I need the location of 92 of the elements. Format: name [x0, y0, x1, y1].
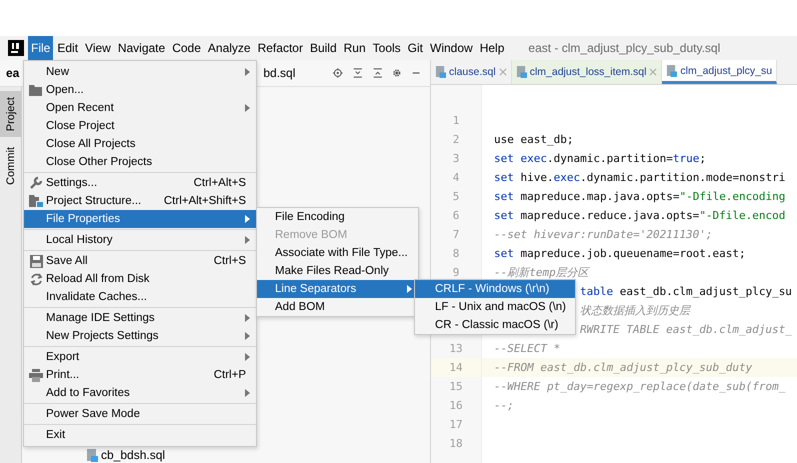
sql-file-icon	[435, 66, 446, 78]
code-line: set mapreduce.job.queuename=root.east;	[494, 247, 746, 260]
menu-item[interactable]: Project Structure... Ctrl+Alt+Shift+S	[24, 192, 256, 210]
menu-item[interactable]: CRLF - Windows (\r\n)	[415, 280, 575, 298]
menu-item[interactable]: Close Other Projects	[24, 153, 256, 171]
menu-item[interactable]: New Projects Settings	[24, 327, 256, 345]
line-number: 17	[449, 418, 463, 431]
menu-item[interactable]: Add BOM	[257, 298, 418, 316]
menu-item[interactable]: Export	[24, 348, 256, 366]
window-title: east - clm_adjust_plcy_sub_duty.sql	[528, 41, 720, 55]
menu-item[interactable]: Exit	[24, 426, 256, 444]
menu-item[interactable]: Open...	[24, 81, 256, 99]
code-line: --set hivevar:runDate='20211130';	[494, 228, 713, 241]
project-name: ea	[6, 66, 20, 80]
line-number: 14	[449, 361, 463, 374]
printer-icon	[29, 368, 43, 382]
sql-file-icon	[666, 64, 678, 76]
code-line: 状态数据插入到历史层	[580, 304, 690, 317]
line-number: 13	[449, 342, 463, 355]
folder-grid-icon	[29, 195, 43, 207]
sql-file-icon	[516, 66, 527, 78]
expand-all-icon[interactable]	[372, 66, 382, 80]
menu-item[interactable]: Save All Ctrl+S	[24, 252, 256, 270]
folder-icon	[29, 84, 43, 96]
file-name: bd.sql	[263, 66, 296, 80]
menu-item[interactable]: Code	[169, 36, 204, 60]
code-line: --刷新temp层分区	[494, 266, 589, 279]
menu-item[interactable]: Edit	[54, 36, 82, 60]
menu-item[interactable]: Navigate	[114, 36, 168, 60]
sql-file-icon	[86, 448, 98, 462]
reload-icon	[30, 272, 42, 286]
menu-item[interactable]: Invalidate Caches...	[24, 288, 256, 306]
menu-item[interactable]: Print... Ctrl+P	[24, 366, 256, 384]
menu-item[interactable]: Settings... Ctrl+Alt+S	[24, 174, 256, 192]
side-tab[interactable]: Commit	[0, 141, 21, 192]
menu-item[interactable]: Analyze	[204, 36, 254, 60]
locate-icon[interactable]	[333, 66, 343, 80]
menu-item[interactable]: Power Save Mode	[24, 405, 256, 423]
code-line: --FROM east_db.clm_adjust_plcy_sub_duty	[494, 361, 752, 374]
line-number: 16	[449, 399, 463, 412]
menu-item[interactable]: Close Project	[24, 117, 256, 135]
line-number: 8	[452, 247, 460, 260]
save-icon	[30, 254, 42, 268]
menu-item[interactable]: File Properties	[24, 210, 256, 228]
tree-item[interactable]: cb_bdsh.sql	[86, 447, 430, 463]
line-number: 9	[452, 266, 460, 279]
code-line: set hive.exec.dynamic.partition.mode=nonstri	[494, 171, 786, 184]
menu-item[interactable]: Help	[476, 36, 508, 60]
code-line: --;	[494, 399, 514, 412]
menu-item[interactable]: Tools	[370, 36, 404, 60]
code-line: set exec.dynamic.partition=true;	[494, 152, 706, 165]
menu-item[interactable]: Run	[340, 36, 369, 60]
menu-item[interactable]: Open Recent	[24, 99, 256, 117]
code-line: use east_db;	[494, 133, 574, 146]
menu-item[interactable]: Reload All from Disk	[24, 270, 256, 288]
menu-item[interactable]: File	[28, 36, 54, 60]
line-number: 1	[452, 114, 460, 127]
code-line: --SELECT *	[494, 342, 560, 355]
line-number: 15	[449, 380, 463, 393]
collapse-all-icon[interactable]	[352, 66, 363, 80]
editor-tab[interactable]: clm_adjust_plcy_su	[662, 60, 778, 84]
side-tab[interactable]: Project	[0, 91, 21, 138]
menu-item[interactable]: LF - Unix and macOS (\n)	[415, 298, 575, 316]
menu-item[interactable]: Manage IDE Settings	[24, 309, 256, 327]
wrench-icon	[29, 176, 43, 190]
menu-item[interactable]: Local History	[24, 231, 256, 249]
code-line: table east_db.clm_adjust_plcy_su	[580, 285, 792, 298]
code-line: set mapreduce.map.java.opts="-Dfile.encoding	[494, 190, 786, 203]
menu-item[interactable]: Close All Projects	[24, 135, 256, 153]
menu-item[interactable]: Window	[427, 36, 476, 60]
menu-item[interactable]: Build	[306, 36, 340, 60]
code-line: --WHERE pt_day=regexp_replace(date_sub(from_	[494, 380, 786, 393]
app-logo-icon	[8, 40, 24, 56]
code-line: set mapreduce.reduce.java.opts="-Dfile.encod	[494, 209, 786, 222]
menu-item[interactable]: CR - Classic macOS (\r)	[415, 316, 575, 334]
line-number: 3	[452, 152, 460, 165]
code-line: RWRITE TABLE east_db.clm_adjust_	[580, 323, 792, 336]
menu-item[interactable]: Associate with File Type...	[257, 244, 418, 262]
line-number: 18	[449, 437, 463, 450]
menu-item[interactable]: Git	[404, 36, 426, 60]
line-number: 7	[452, 228, 460, 241]
line-number: 6	[452, 209, 460, 222]
menu-item[interactable]: Make Files Read-Only	[257, 262, 418, 280]
menu-item[interactable]: Add to Favorites	[24, 384, 256, 402]
menu-item[interactable]: Refactor	[254, 36, 306, 60]
editor-tab[interactable]: clm_adjust_loss_item.sql	[512, 60, 662, 84]
line-number: 5	[452, 190, 460, 203]
menu-item[interactable]: View	[82, 36, 114, 60]
line-number: 4	[452, 171, 460, 184]
menu-item[interactable]: New	[24, 63, 256, 81]
menu-item[interactable]: File Encoding	[257, 208, 418, 226]
line-number: 2	[452, 133, 460, 146]
